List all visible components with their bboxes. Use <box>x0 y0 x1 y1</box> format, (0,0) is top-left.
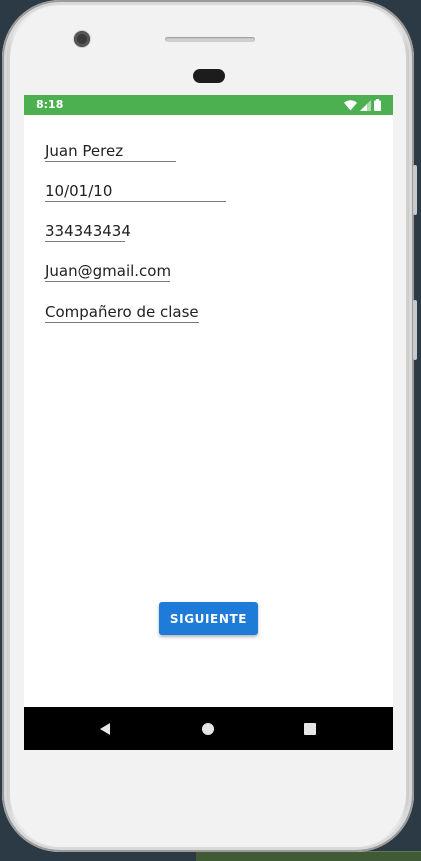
app-screen: 8:18 Juan Perez 10/01/10 334343434 Juan@… <box>24 95 393 750</box>
desktop-panel-edge <box>196 851 421 861</box>
recents-button[interactable] <box>288 707 332 750</box>
battery-icon <box>374 99 381 111</box>
back-icon <box>100 722 110 735</box>
status-time: 8:18 <box>36 98 64 111</box>
navigation-bar <box>24 707 393 750</box>
front-camera-icon <box>74 31 90 47</box>
status-icons <box>344 98 381 112</box>
earpiece-speaker <box>165 37 255 42</box>
home-icon <box>202 722 214 735</box>
description-field[interactable]: Compañero de clase <box>45 302 199 323</box>
power-button[interactable] <box>413 300 417 360</box>
back-button[interactable] <box>83 707 127 750</box>
recents-icon <box>304 722 316 735</box>
status-bar: 8:18 <box>24 95 393 115</box>
phone-field[interactable]: 334343434 <box>45 221 131 242</box>
name-field[interactable]: Juan Perez <box>45 141 176 162</box>
proximity-sensor <box>193 69 225 83</box>
next-button[interactable]: SIGUIENTE <box>159 602 258 635</box>
emulator-stage: 8:18 Juan Perez 10/01/10 334343434 Juan@… <box>0 0 421 861</box>
home-button[interactable] <box>186 707 230 750</box>
wifi-icon <box>344 99 357 110</box>
cell-signal-icon <box>360 99 371 111</box>
date-field[interactable]: 10/01/10 <box>45 181 226 202</box>
volume-button[interactable] <box>413 165 417 215</box>
email-field[interactable]: Juan@gmail.com <box>45 261 171 282</box>
